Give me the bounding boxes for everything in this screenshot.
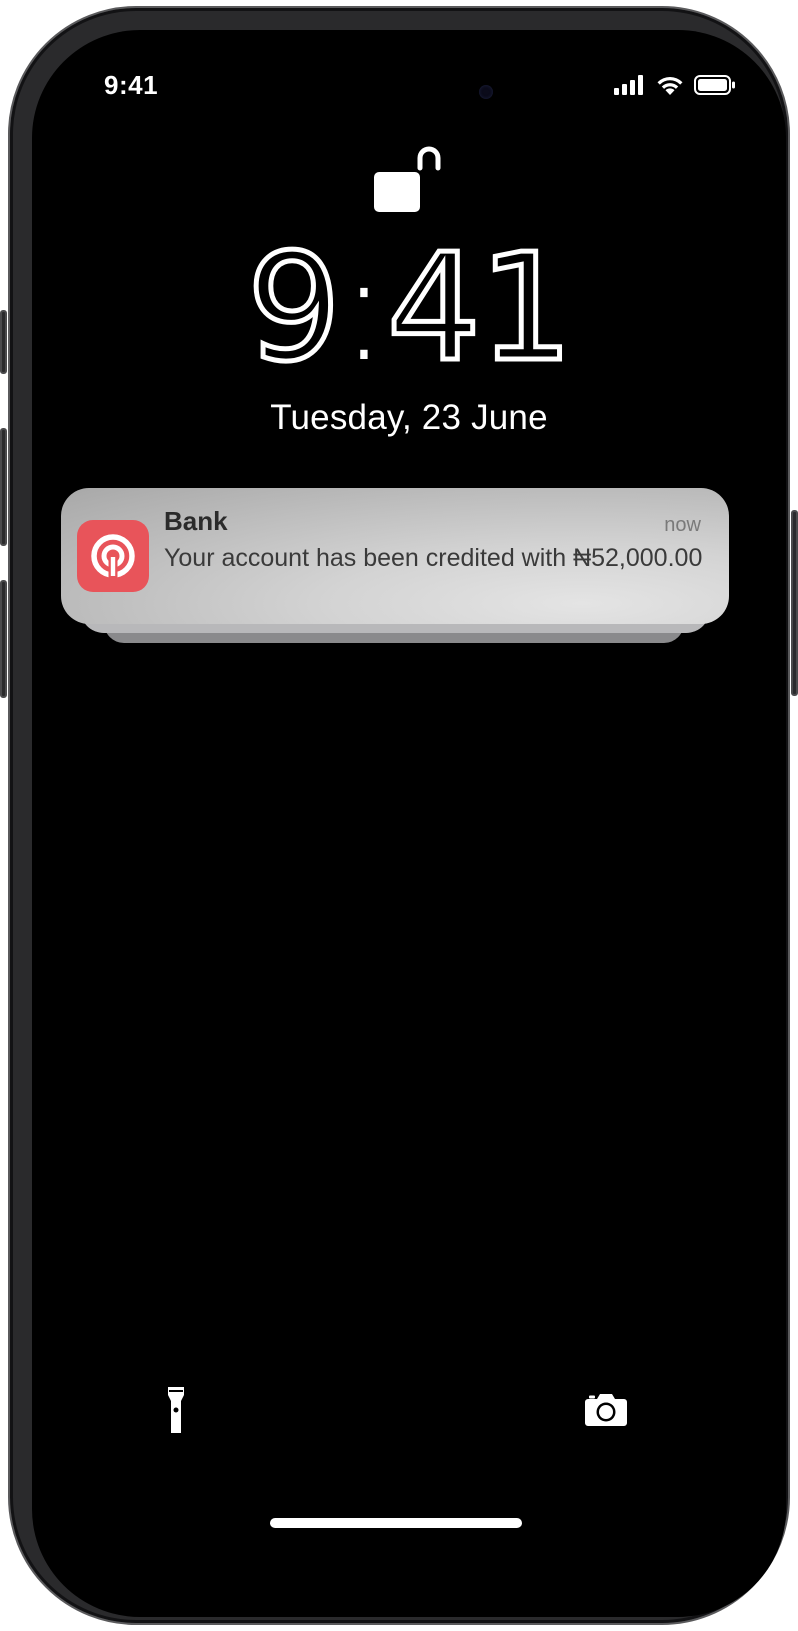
status-bar-time: 9:41 [104,70,159,100]
clock-colon: : [338,222,389,394]
power-button [791,510,798,696]
flashlight-icon [165,1385,187,1440]
status-bar-icons [614,74,736,100]
lock-screen-clock: 9:41 [32,222,786,394]
unlocked-padlock-icon [372,138,452,218]
notification-app-name: Bank [164,506,228,536]
volume-up-button [0,428,7,546]
bank-logo-icon [77,520,149,592]
flashlight-button[interactable] [146,1382,206,1442]
notification-message: Your account has been credited with ₦52,… [164,544,703,572]
cellular-signal-icon [614,74,646,100]
front-camera [479,85,493,99]
home-indicator[interactable] [270,1518,522,1528]
camera-button[interactable] [576,1382,636,1442]
notification-timestamp: now [664,514,701,536]
wifi-icon [656,74,684,100]
clock-minutes: 41 [384,222,575,394]
lock-screen: 9:41 9:41 Tuesday, 23 June Bank now Your… [32,30,786,1617]
volume-down-button [0,580,7,698]
clock-hour: 9 [244,222,343,394]
lock-screen-date: Tuesday, 23 June [270,398,548,437]
battery-icon [694,74,736,100]
bank-notification[interactable]: Bank now Your account has been credited … [61,488,729,624]
device-frame: 9:41 9:41 Tuesday, 23 June Bank now Your… [8,6,790,1625]
action-button [0,310,7,374]
camera-icon [584,1393,628,1432]
